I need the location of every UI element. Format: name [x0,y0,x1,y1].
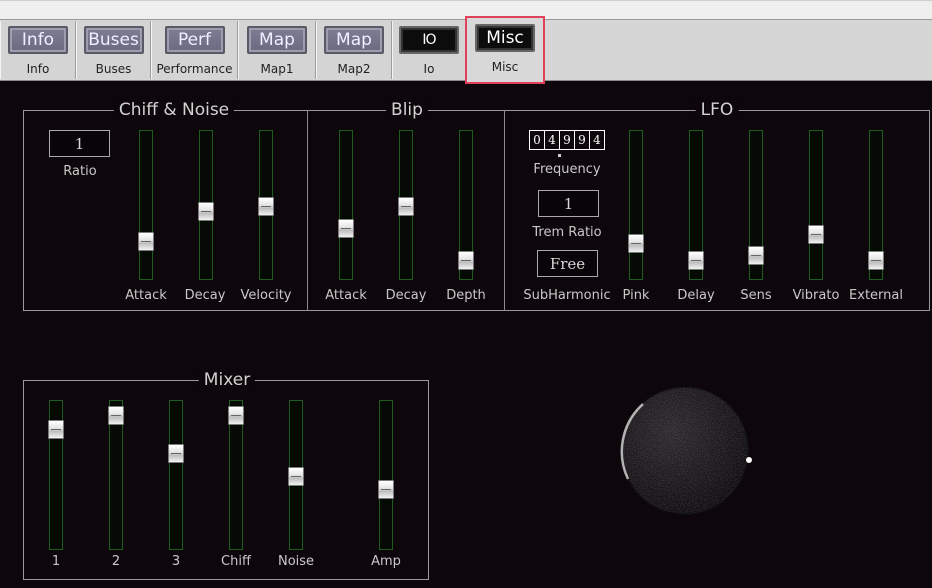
frequency-digit[interactable]: 4 [545,131,559,149]
mixer-chiff-label: Chiff [221,554,251,569]
lfo-delay-slider[interactable] [688,130,704,280]
slider-knob[interactable] [288,467,304,486]
mixer-2-slider[interactable] [108,400,124,550]
mixer-title: Mixer [198,370,256,390]
mixer-amp-slider[interactable] [378,400,394,550]
chiff-decay-label: Decay [184,288,226,303]
chiff-noise-title: Chiff & Noise [113,100,235,120]
mixer-noise-slider[interactable] [288,400,304,550]
tab-bar: Info Info Buses Buses Perf Performance M… [0,0,932,84]
tab-performance[interactable]: Perf Performance [151,21,238,79]
tab-info[interactable]: Info Info [0,21,76,79]
orb-display [620,387,752,515]
info-tab-label: Info [26,62,50,76]
mixer-2-label: 2 [111,554,121,569]
frequency-digit[interactable]: 0 [530,131,544,149]
mixer-1-slider[interactable] [48,400,64,550]
trem-ratio-label: Trem Ratio [532,225,602,240]
slider-knob[interactable] [108,406,124,425]
map1-tab-button[interactable]: Map [247,26,307,54]
slider-knob[interactable] [138,232,154,251]
misc-tab-label: Misc [491,60,519,74]
perf-tab-button[interactable]: Perf [164,26,225,54]
slider-knob[interactable] [398,197,414,216]
subharmonic-field[interactable]: Free [537,250,598,277]
chiff-velocity-label: Velocity [240,288,292,303]
chiff-blip-divider [307,110,308,311]
trem-ratio-field[interactable]: 1 [538,190,599,217]
performance-tab-label: Performance [156,62,233,76]
chiff-velocity-slider[interactable] [258,130,274,280]
decimal-point-icon [558,154,561,157]
mixer-group: Mixer [23,370,429,580]
frequency-digit[interactable]: 9 [575,131,589,149]
tab-io[interactable]: IO Io [392,21,466,79]
slider-knob[interactable] [458,251,474,270]
lfo-vibrato-label: Vibrato [792,288,840,303]
slider-knob[interactable] [258,197,274,216]
mixer-3-slider[interactable] [168,400,184,550]
frequency-digits[interactable]: 0 4 9 9 4 [529,130,605,150]
slider-knob[interactable] [378,480,394,499]
slider-knob[interactable] [228,406,244,425]
slider-knob[interactable] [688,251,704,270]
lfo-sens-slider[interactable] [748,130,764,280]
slider-knob[interactable] [338,219,354,238]
blip-depth-slider[interactable] [458,130,474,280]
slider-knob[interactable] [808,225,824,244]
slider-knob[interactable] [748,246,764,265]
lfo-sens-label: Sens [740,288,772,303]
map1-tab-label: Map1 [260,62,294,76]
synth-params-group: Chiff & Noise Blip LFO [23,100,930,311]
blip-attack-slider[interactable] [338,130,354,280]
lfo-pink-label: Pink [622,288,650,303]
info-tab-button[interactable]: Info [8,26,68,54]
tab-buses[interactable]: Buses Buses [76,21,151,79]
chiff-attack-label: Attack [125,288,167,303]
slider-knob[interactable] [628,234,644,253]
mixer-3-label: 3 [171,554,181,569]
blip-attack-label: Attack [325,288,367,303]
frequency-digit[interactable]: 9 [560,131,574,149]
blip-depth-label: Depth [446,288,486,303]
subharmonic-label: SubHarmonic [523,288,611,303]
chiff-decay-slider[interactable] [198,130,214,280]
slider-knob[interactable] [868,251,884,270]
tab-map2[interactable]: Map Map2 [316,21,392,79]
blip-decay-label: Decay [385,288,427,303]
mixer-chiff-slider[interactable] [228,400,244,550]
lfo-external-label: External [849,288,903,303]
io-tab-label: Io [423,62,435,76]
buses-tab-button[interactable]: Buses [83,26,144,54]
lfo-delay-label: Delay [677,288,715,303]
slider-knob[interactable] [168,444,184,463]
mixer-amp-label: Amp [371,554,401,569]
map2-tab-button[interactable]: Map [324,26,384,54]
slider-knob[interactable] [48,420,64,439]
lfo-external-slider[interactable] [868,130,884,280]
buses-tab-label: Buses [95,62,132,76]
slider-knob[interactable] [198,202,214,221]
orb-glint [746,457,752,463]
map2-tab-label: Map2 [337,62,371,76]
blip-lfo-divider [504,110,505,311]
blip-title: Blip [386,100,428,120]
misc-tab-button[interactable]: Misc [475,24,535,52]
blip-decay-slider[interactable] [398,130,414,280]
ratio-field[interactable]: 1 [49,130,110,157]
ratio-label: Ratio [63,164,97,179]
lfo-title: LFO [695,100,739,120]
lfo-pink-slider[interactable] [628,130,644,280]
frequency-digit[interactable]: 4 [590,131,604,149]
lfo-vibrato-slider[interactable] [808,130,824,280]
tab-misc[interactable]: Misc Misc [465,16,545,84]
io-tab-button[interactable]: IO [399,26,459,54]
chiff-attack-slider[interactable] [138,130,154,280]
tab-map1[interactable]: Map Map1 [238,21,316,79]
mixer-1-label: 1 [51,554,61,569]
mixer-noise-label: Noise [277,554,315,569]
frequency-label: Frequency [533,162,601,177]
